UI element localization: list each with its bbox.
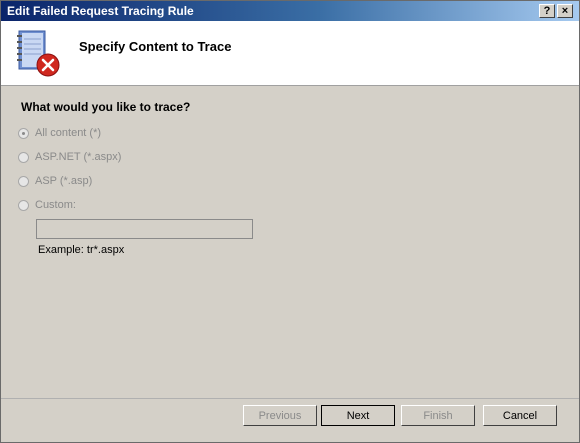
radio-button-all-content[interactable] xyxy=(18,127,29,139)
radio-label-custom: Custom: xyxy=(35,199,76,211)
footer-divider xyxy=(1,398,579,399)
close-button[interactable]: × xyxy=(557,4,573,18)
page-title: Specify Content to Trace xyxy=(79,39,232,54)
dialog-window: Edit Failed Request Tracing Rule ? × Spe… xyxy=(0,0,580,443)
radio-asp[interactable]: ASP (*.asp) xyxy=(18,173,92,189)
next-button[interactable]: Next xyxy=(321,405,395,426)
radio-button-asp[interactable] xyxy=(18,175,29,187)
window-title: Edit Failed Request Tracing Rule xyxy=(7,4,194,18)
radio-all-content[interactable]: All content (*) xyxy=(18,125,101,141)
finish-button[interactable]: Finish xyxy=(401,405,475,426)
previous-button[interactable]: Previous xyxy=(243,405,317,426)
radio-label-all-content: All content (*) xyxy=(35,127,102,139)
radio-button-custom[interactable] xyxy=(18,199,29,211)
radio-custom[interactable]: Custom: xyxy=(18,197,76,213)
cancel-button[interactable]: Cancel xyxy=(483,405,557,426)
radio-label-asp: ASP (*.asp) xyxy=(35,175,93,187)
notebook-error-icon xyxy=(17,30,60,77)
radio-aspnet[interactable]: ASP.NET (*.aspx) xyxy=(18,149,121,165)
example-text: Example: tr*.aspx xyxy=(38,244,125,256)
wizard-header: Specify Content to Trace xyxy=(1,21,579,86)
help-button[interactable]: ? xyxy=(539,4,555,18)
title-bar[interactable]: Edit Failed Request Tracing Rule ? × xyxy=(1,1,579,21)
radio-label-aspnet: ASP.NET (*.aspx) xyxy=(35,151,122,163)
custom-pattern-input[interactable] xyxy=(36,219,253,239)
trace-question: What would you like to trace? xyxy=(21,100,191,114)
radio-button-aspnet[interactable] xyxy=(18,151,29,163)
